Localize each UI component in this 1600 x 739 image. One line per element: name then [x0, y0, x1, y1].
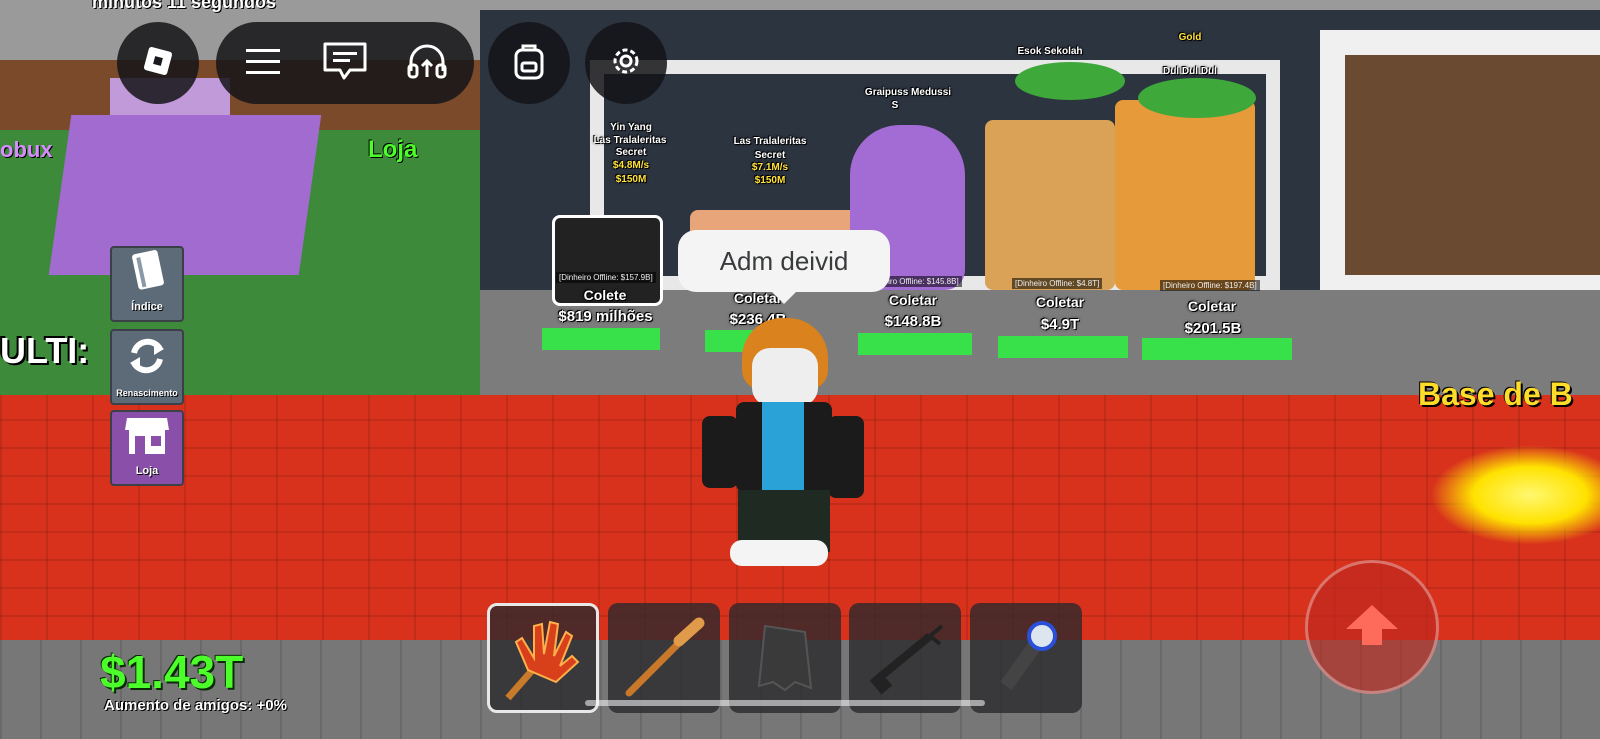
- brainrot-1-rate: $4.8M/s: [612, 160, 650, 171]
- backpack-icon: [512, 41, 546, 86]
- brainrot-2-rarity: Secret: [754, 150, 786, 161]
- brainrot-5-amount: $201.5B: [1184, 320, 1242, 337]
- collect-pad-3[interactable]: [858, 333, 972, 355]
- brainrot-3-name: Graipuss Medussi: [864, 87, 952, 98]
- avatar-arm-left: [702, 416, 738, 488]
- money-display: $1.43T: [100, 646, 244, 698]
- rebirth-label: Renascimento: [116, 388, 178, 398]
- player-chat-bubble: Adm deivid: [678, 230, 890, 304]
- avatar-head: [752, 348, 818, 406]
- brainrot-4-name: Esok Sekolah: [1017, 46, 1083, 57]
- brainrot-5-collect: Coletar: [1187, 298, 1237, 314]
- hotbar-slot-4[interactable]: [849, 603, 961, 713]
- brainrot-5-offline: [Dinheiro Offline: $197.4B]: [1160, 280, 1260, 291]
- index-label: Índice: [131, 301, 163, 313]
- cape-icon: [745, 616, 825, 701]
- brainrot-5-mutation: Gold: [1178, 32, 1202, 43]
- arrow-up-icon: [1342, 599, 1402, 656]
- brainrot-2-price: $150M: [754, 175, 786, 186]
- brainrot-4-offline: [Dinheiro Offline: $4.8T]: [1012, 278, 1103, 289]
- home-indicator: [585, 700, 985, 706]
- roblox-logo-icon: [141, 44, 175, 83]
- base-label: Base de B: [1418, 376, 1573, 412]
- slap-glove-icon: [498, 608, 588, 709]
- hotbar-slot-1[interactable]: [487, 603, 599, 713]
- brainrot-5-name: Dul Dul Dul: [1163, 66, 1217, 77]
- brainrot-3-rarity: S: [891, 100, 899, 111]
- avatar-arm-right: [828, 416, 864, 498]
- avatar-shoes: [730, 540, 828, 566]
- robux-sign: obux: [0, 137, 53, 162]
- hotbar-slot-3[interactable]: [729, 603, 841, 713]
- brainrot-2-name: Las Tralaleritas: [733, 136, 807, 147]
- headphones-icon: [406, 41, 448, 86]
- flashlight-icon: [986, 616, 1066, 701]
- brainrot-2-rate: $7.1M/s: [751, 162, 789, 173]
- grapple-gun-icon: [860, 616, 950, 701]
- hotbar-slot-5[interactable]: [970, 603, 1082, 713]
- sombrero-hat-2: [1138, 78, 1256, 118]
- shop-label: Loja: [135, 465, 159, 477]
- rebirth-button[interactable]: Renascimento: [110, 329, 184, 405]
- refresh-icon: [122, 331, 172, 386]
- index-button[interactable]: Índice: [110, 246, 184, 322]
- purple-machine: [48, 115, 322, 275]
- brainrot-1-rarity: Secret: [615, 147, 647, 158]
- book-icon: [127, 248, 167, 299]
- menu-button[interactable]: [222, 22, 304, 104]
- avatar-shirt: [762, 402, 804, 492]
- ulti-label: ULTI:: [0, 330, 90, 371]
- top-toolbar: [216, 22, 474, 104]
- settings-icon: [608, 43, 644, 84]
- brainrot-1-name2: Las Tralaleritas: [593, 135, 667, 146]
- brainrot-1-offline: [Dinheiro Offline: $157.9B]: [556, 272, 656, 283]
- brainrot-1-price: $150M: [615, 174, 647, 185]
- light-glow: [1430, 445, 1600, 545]
- side-window: [1345, 55, 1600, 275]
- friends-boost: Aumento de amigos: +0%: [104, 697, 287, 714]
- jump-button[interactable]: [1305, 560, 1439, 694]
- shop-button[interactable]: Loja: [110, 410, 184, 486]
- loja-world-sign: Loja: [368, 136, 418, 163]
- bat-icon: [619, 611, 709, 706]
- collect-pad-4[interactable]: [998, 336, 1128, 358]
- roblox-menu-button[interactable]: [117, 22, 199, 104]
- brainrot-esok-sekolah[interactable]: [985, 120, 1115, 290]
- voice-button[interactable]: [386, 22, 468, 104]
- shop-icon: [123, 412, 171, 463]
- brainrot-3-amount: $148.8B: [884, 313, 942, 330]
- brainrot-4-collect: Coletar: [1035, 294, 1085, 310]
- brainrot-4-amount: $4.9T: [1040, 316, 1080, 333]
- brainrot-1-name: Yin Yang: [610, 122, 652, 133]
- chat-icon: [322, 41, 368, 86]
- settings-button[interactable]: [585, 22, 667, 104]
- brainrot-dul-dul-dul[interactable]: [1115, 100, 1255, 290]
- brainrot-1-collect: Colete: [583, 287, 627, 303]
- timer-text: minutos 11 segundos: [92, 0, 277, 12]
- collect-pad-1[interactable]: [542, 328, 660, 350]
- hotbar-slot-2[interactable]: [608, 603, 720, 713]
- backpack-button[interactable]: [488, 22, 570, 104]
- player-avatar: [700, 318, 864, 568]
- chat-button[interactable]: [304, 22, 386, 104]
- collect-pad-5[interactable]: [1142, 338, 1292, 360]
- sombrero-hat-1: [1015, 62, 1125, 100]
- brainrot-3-collect: Coletar: [888, 292, 938, 308]
- menu-icon: [244, 46, 282, 81]
- brainrot-1-amount: $819 milhões: [558, 308, 653, 325]
